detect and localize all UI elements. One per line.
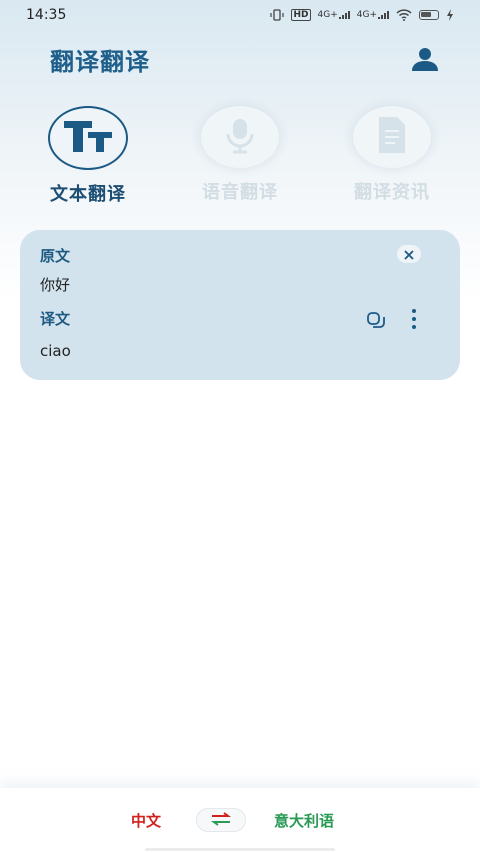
document-icon	[375, 115, 409, 159]
tab-voice-translate[interactable]: 语音翻译	[180, 106, 300, 204]
tab-icon-frame	[48, 106, 128, 170]
status-icons: HD 4G+ 4G+	[270, 9, 454, 21]
clear-button[interactable]	[397, 245, 421, 263]
more-icon	[406, 309, 422, 334]
language-bar: 中文 意大利语	[0, 788, 480, 853]
vibrate-icon	[270, 9, 285, 21]
copy-button[interactable]	[366, 309, 386, 329]
text-translate-icon	[62, 118, 114, 158]
translation-card: 原文 你好 译文 ciao	[20, 230, 460, 380]
copy-icon	[366, 312, 386, 333]
swap-languages-button[interactable]	[196, 808, 246, 832]
hd-label: HD	[293, 10, 309, 20]
user-icon[interactable]	[410, 46, 440, 72]
close-icon	[404, 245, 414, 264]
target-text[interactable]: ciao	[40, 342, 71, 360]
target-label: 译文	[40, 310, 71, 328]
source-language-button[interactable]: 中文	[131, 810, 161, 831]
battery-icon	[419, 10, 439, 20]
network-type-label: 4G+	[356, 10, 377, 20]
target-language-button[interactable]: 意大利语	[274, 810, 334, 831]
wifi-icon	[396, 9, 412, 21]
status-time: 14:35	[26, 7, 67, 23]
signal-icon: 4G+	[318, 10, 350, 20]
source-text[interactable]: 你好	[40, 274, 70, 295]
more-button[interactable]	[406, 308, 422, 330]
network-type-label: 4G+	[317, 10, 338, 20]
signal-icon: 4G+	[357, 10, 389, 20]
tab-text-translate[interactable]: 文本翻译	[28, 106, 148, 206]
source-label: 原文	[40, 247, 71, 265]
app-title: 翻译翻译	[50, 48, 150, 76]
charging-icon	[446, 9, 454, 21]
tab-icon-frame	[201, 106, 279, 168]
tab-label: 语音翻译	[202, 182, 278, 203]
tab-translation-news[interactable]: 翻译资讯	[332, 106, 452, 204]
hd-icon: HD	[291, 9, 311, 21]
swap-arrows-icon	[210, 811, 232, 830]
tab-label: 翻译资讯	[354, 182, 430, 203]
tab-icon-frame	[353, 106, 431, 168]
home-indicator[interactable]	[145, 848, 335, 851]
tab-label: 文本翻译	[50, 184, 126, 205]
mode-tabs: 文本翻译 语音翻译 翻译资讯	[0, 106, 480, 210]
microphone-icon	[220, 115, 260, 159]
status-bar: 14:35 HD 4G+ 4G+	[0, 0, 480, 30]
